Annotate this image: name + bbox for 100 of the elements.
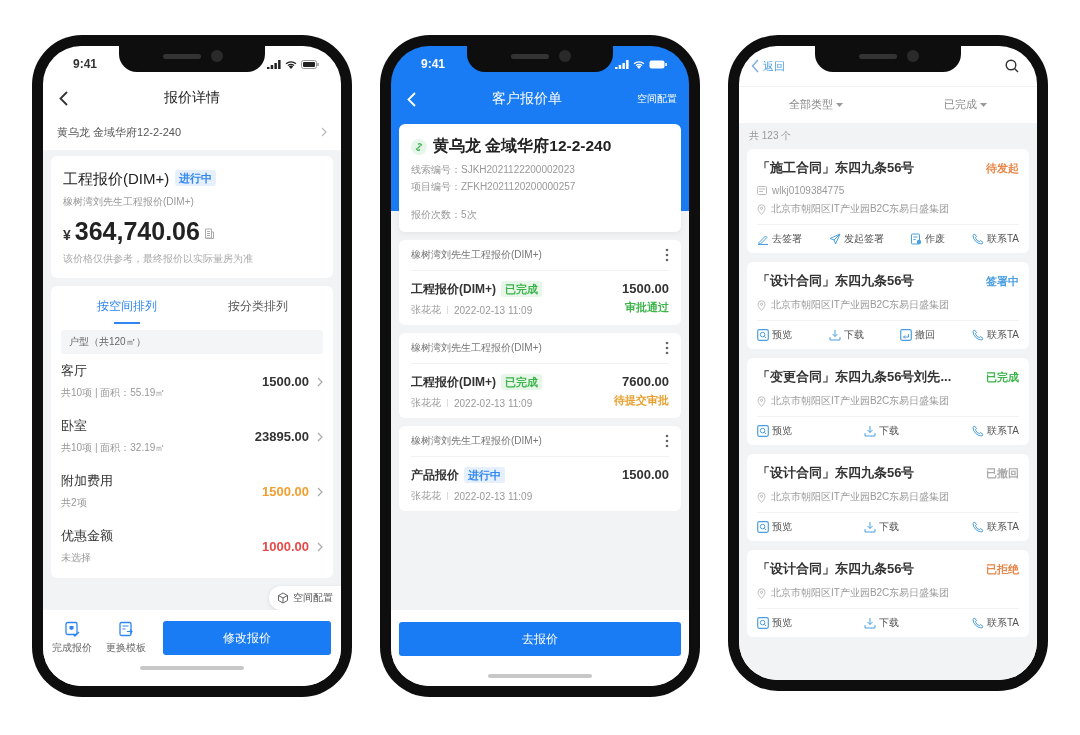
contract-address: 北京市朝阳区IT产业园B2C东易日盛集团 — [771, 586, 950, 600]
contract-action[interactable]: 去签署 — [757, 232, 802, 246]
signal-icon — [267, 59, 281, 69]
edit-quote-button[interactable]: 修改报价 — [163, 621, 331, 655]
contract-action[interactable]: 下载 — [864, 520, 900, 534]
contract-action[interactable]: 联系TA — [971, 328, 1019, 342]
contract-status: 签署中 — [986, 273, 1019, 289]
contract-action[interactable]: 联系TA — [971, 232, 1019, 246]
toolbar-button[interactable]: 完成报价 — [47, 621, 97, 655]
download-icon — [864, 425, 877, 437]
quote-group: 橡树湾刘先生工程报价(DIM+) — [411, 434, 542, 448]
phone-icon — [971, 521, 984, 533]
status-time: 9:41 — [421, 57, 446, 71]
preview-icon — [757, 425, 769, 437]
quote-date: 2022-02-13 11:09 — [454, 397, 533, 409]
preview-icon — [757, 617, 769, 629]
status-time: 9:41 — [73, 57, 98, 71]
customer-field: 项目编号：ZFKH2021120200000257 — [411, 180, 669, 194]
chevron-icon — [321, 127, 327, 137]
space-config-button[interactable]: 空间配置 — [269, 586, 341, 610]
currency-symbol: ¥ — [63, 227, 71, 243]
more-icon[interactable] — [665, 248, 669, 262]
status-badge: 已完成 — [501, 281, 542, 297]
battery-icon — [301, 59, 319, 69]
more-icon[interactable] — [665, 341, 669, 355]
contract-action[interactable]: 联系TA — [971, 616, 1019, 630]
filter-dropdown[interactable]: 全部类型 — [783, 97, 850, 113]
contract-action[interactable]: 下载 — [828, 328, 864, 342]
group-header: 户型（共120㎡） — [61, 330, 323, 354]
space-amount: 1000.00 — [262, 539, 309, 554]
id-card-icon — [757, 186, 767, 195]
space-amount: 1500.00 — [262, 374, 309, 389]
toolbar-button[interactable]: 更换模板 — [101, 621, 151, 655]
quote-title: 工程报价(DIM+) — [63, 170, 170, 189]
contract-action[interactable]: 下载 — [864, 424, 900, 438]
location-pin-icon — [757, 491, 766, 503]
document-check-icon — [64, 621, 80, 637]
battery-icon — [649, 59, 667, 69]
receipt-icon[interactable] — [203, 228, 215, 240]
contract-status: 已拒绝 — [986, 561, 1019, 577]
chevron-icon[interactable] — [317, 431, 323, 442]
go-quote-button[interactable]: 去报价 — [399, 622, 681, 656]
preview-icon — [757, 521, 769, 533]
contract-action[interactable]: 作废 — [910, 232, 946, 246]
phone-icon — [971, 617, 984, 629]
contract-action[interactable]: 发起签署 — [828, 232, 884, 246]
filter-dropdown[interactable]: 已完成 — [937, 97, 993, 113]
contract-address: 北京市朝阳区IT产业园B2C东易日盛集团 — [771, 394, 950, 408]
chevron-icon[interactable] — [317, 376, 323, 387]
quote-amount: 7600.00 — [622, 374, 669, 389]
quote-amount: 1500.00 — [622, 467, 669, 482]
contract-action[interactable]: 撤回 — [900, 328, 936, 342]
contract-action[interactable]: 联系TA — [971, 424, 1019, 438]
contract-title[interactable]: 「施工合同」东四九条56号 — [757, 159, 915, 177]
phone-icon — [971, 233, 984, 245]
location-pin-icon — [757, 203, 766, 215]
space-name[interactable]: 客厅 — [61, 363, 254, 380]
contract-title[interactable]: 「设计合同」东四九条56号 — [757, 272, 915, 290]
customer-name[interactable]: 黄乌龙 金域华府12-2-240 — [57, 124, 182, 140]
wifi-icon — [633, 59, 645, 69]
status-badge: 进行中 — [175, 170, 217, 186]
space-name[interactable]: 优惠金额 — [61, 528, 254, 545]
sort-tab[interactable]: 按空间排列 — [61, 286, 192, 326]
approval-status: 审批通过 — [625, 300, 669, 315]
space-name[interactable]: 附加费用 — [61, 473, 254, 490]
space-name[interactable]: 卧室 — [61, 418, 247, 435]
space-config-link[interactable]: 空间配置 — [637, 92, 677, 106]
quote-date: 2022-02-13 11:09 — [454, 304, 533, 316]
customer-field: 线索编号：SJKH2021122200002023 — [411, 163, 669, 177]
search-icon[interactable] — [1005, 59, 1019, 73]
sort-tab[interactable]: 按分类排列 — [192, 286, 323, 326]
caret-icon — [979, 103, 987, 107]
quote-title: 工程报价(DIM+) — [411, 374, 496, 391]
space-amount: 1500.00 — [262, 484, 309, 499]
contract-action[interactable]: 联系TA — [971, 520, 1019, 534]
contract-action[interactable]: 预览 — [757, 424, 792, 438]
preview-icon — [757, 329, 769, 341]
chevron-icon[interactable] — [317, 486, 323, 497]
back-icon[interactable] — [59, 91, 68, 106]
price-note: 该价格仅供参考，最终报价以实际量房为准 — [63, 252, 254, 266]
phone-icon — [971, 425, 984, 437]
contract-title[interactable]: 「设计合同」东四九条56号 — [757, 560, 915, 578]
more-icon[interactable] — [665, 434, 669, 448]
space-amount: 23895.00 — [254, 429, 309, 444]
contract-action[interactable]: 预览 — [757, 520, 792, 534]
location-pin-icon — [757, 587, 766, 599]
contract-action[interactable]: 预览 — [757, 616, 792, 630]
document-swap-icon — [118, 621, 134, 637]
total-amount: 364,740.06 — [74, 217, 200, 246]
contract-title[interactable]: 「设计合同」东四九条56号 — [757, 464, 915, 482]
location-pin-icon — [757, 299, 766, 311]
contract-action[interactable]: 预览 — [757, 328, 792, 342]
pen-icon — [757, 233, 769, 245]
contract-status: 待发起 — [986, 160, 1019, 176]
page-title: 客户报价单 — [491, 90, 562, 108]
contract-title[interactable]: 「变更合同」东四九条56号刘先... — [757, 368, 952, 386]
chevron-icon[interactable] — [317, 541, 323, 552]
quote-amount: 1500.00 — [622, 281, 669, 296]
contract-action[interactable]: 下载 — [864, 616, 900, 630]
contract-address: 北京市朝阳区IT产业园B2C东易日盛集团 — [771, 202, 950, 216]
